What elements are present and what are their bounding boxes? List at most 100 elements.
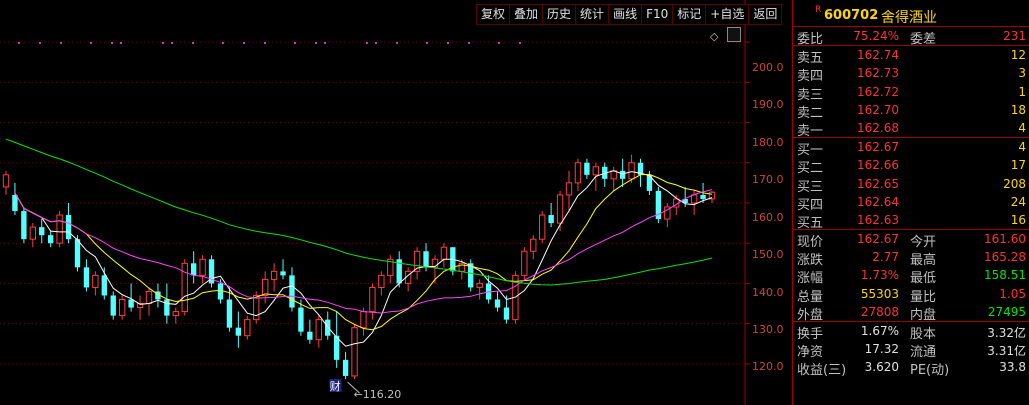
bid-row[interactable]: 买四 162.64 24 (793, 193, 1029, 213)
event-dot (519, 42, 521, 44)
candle-body (574, 162, 582, 184)
extra-label: 股本 (910, 327, 937, 342)
bid-row[interactable]: 买五 162.63 16 (793, 211, 1029, 231)
stat-row: 涨幅 1.73% 最低 158.51 (793, 266, 1029, 286)
candle-body (494, 299, 501, 308)
extra-row: 换手 1.67% 股本 3.32亿 (793, 322, 1029, 342)
ask-row[interactable]: 卖四 162.73 3 (793, 64, 1029, 85)
ask-price: 162.70 (857, 102, 899, 117)
toolbar-button-overlay[interactable]: 叠加 (509, 4, 544, 25)
toolbar-button-history[interactable]: 历史 (542, 4, 577, 25)
stat-value: 27495 (987, 304, 1026, 319)
candle-body (307, 331, 313, 340)
candle-body (628, 162, 635, 180)
toolbar-button-f10[interactable]: F10 (641, 4, 674, 25)
stat-label: 内盘 (910, 307, 937, 323)
event-dot (315, 42, 317, 44)
ask-row[interactable]: 卖五 162.74 12 (793, 46, 1029, 66)
weicha-value: 231 (1003, 29, 1026, 43)
y-tick-label: 190.0 (752, 98, 784, 111)
event-badge-label: 财 (330, 379, 341, 393)
ask-book: 卖五 162.74 12 卖四 162.73 3 卖三 162.72 1 卖二 162.70 1… (793, 46, 1029, 139)
event-dot (447, 42, 449, 44)
ask-price: 162.68 (857, 120, 899, 135)
candle-body (29, 226, 36, 240)
y-tick-label: 180.0 (752, 136, 784, 149)
candle-body (244, 319, 251, 337)
event-dot (324, 42, 326, 44)
stock-header: R 600702 舍得酒业 (793, 0, 1029, 27)
kline-chart-panel[interactable]: ←116.20 财 复权 叠加 历史 统计 画线 F10 标记 +自选 返回 ◇ … (0, 0, 792, 405)
ask-volume: 12 (1010, 48, 1026, 63)
ma60-line (5, 138, 713, 286)
bid-label: 买一 (797, 143, 824, 159)
candle-body (610, 170, 617, 180)
ask-volume: 18 (1010, 102, 1026, 117)
bid-volume: 24 (1010, 194, 1026, 209)
candle-body (548, 215, 554, 224)
bid-label: 买四 (797, 197, 824, 213)
ask-price: 162.73 (857, 66, 899, 81)
extra-label: 流通 (910, 345, 937, 361)
ask-row[interactable]: 卖一 162.68 4 (793, 119, 1029, 139)
toolbar-button-fuquan[interactable]: 复权 (476, 4, 511, 25)
event-dot (171, 42, 173, 44)
bid-label: 买五 (797, 215, 824, 231)
stat-value: 1.05 (999, 286, 1026, 301)
y-tick-label: 140.0 (752, 286, 784, 299)
stat-label: 量比 (910, 289, 937, 305)
toolbar-button-draw[interactable]: 画线 (608, 4, 643, 25)
candle-body (369, 286, 376, 313)
toolbar-button-stats[interactable]: 统计 (575, 4, 610, 25)
event-dot (498, 42, 500, 44)
event-dot (162, 42, 164, 44)
ask-price: 162.74 (857, 48, 899, 63)
weibi-label: 委比 (797, 32, 824, 47)
event-dot (192, 42, 194, 44)
bid-price: 162.63 (857, 212, 899, 227)
toolbar-button-add-watchlist[interactable]: +自选 (705, 4, 750, 25)
weibi-row: 委比 75.24% 委差 231 (793, 27, 1029, 47)
candle-body (110, 295, 116, 316)
weibi-value: 75.24% (853, 29, 899, 43)
toolbar-button-mark[interactable]: 标记 (672, 4, 707, 25)
ask-volume: 3 (1018, 66, 1026, 81)
stat-value: 2.77 (872, 250, 899, 265)
bid-row[interactable]: 买一 162.67 4 (793, 138, 1029, 159)
event-dot (39, 42, 41, 44)
bid-row[interactable]: 买三 162.65 208 (793, 175, 1029, 195)
candle-body (199, 258, 206, 276)
ask-row[interactable]: 卖二 162.70 18 (793, 101, 1029, 121)
event-dot (120, 42, 122, 44)
event-dot (222, 42, 224, 44)
candle-body (503, 307, 510, 320)
candle-body (360, 311, 367, 329)
candle-body (226, 299, 233, 328)
panel-toggle-button[interactable] (727, 27, 741, 42)
toolbar-button-back[interactable]: 返回 (748, 4, 783, 25)
candle-body (619, 170, 626, 179)
stat-row: 外盘 27808 内盘 27495 (793, 303, 1029, 323)
candle-body (270, 270, 278, 280)
extra-row: 收益(三) 3.620 PE(动) 33.8 (793, 358, 1029, 378)
bid-label: 买三 (797, 179, 824, 195)
kline-chart[interactable]: ←116.20 财 (0, 0, 792, 405)
ask-row[interactable]: 卖三 162.72 1 (793, 83, 1029, 103)
diamond-icon[interactable]: ◇ (710, 30, 718, 43)
candle-body (56, 214, 63, 244)
low-price-label: ←116.20 (354, 388, 402, 401)
y-tick-label: 160.0 (752, 211, 784, 224)
event-dot (294, 42, 296, 44)
candle-body (476, 282, 483, 288)
bid-price: 162.64 (857, 194, 899, 209)
ask-label: 卖四 (797, 69, 824, 85)
stat-value: 27808 (860, 304, 899, 319)
stat-value: 165.28 (984, 250, 1026, 265)
candle-body (378, 274, 385, 288)
stat-value: 161.60 (984, 232, 1026, 247)
candle-body (118, 299, 126, 317)
bid-row[interactable]: 买二 162.66 17 (793, 156, 1029, 176)
stat-label: 总量 (797, 289, 824, 305)
stat-label: 现价 (797, 235, 824, 251)
extra-label: 净资 (797, 345, 824, 361)
